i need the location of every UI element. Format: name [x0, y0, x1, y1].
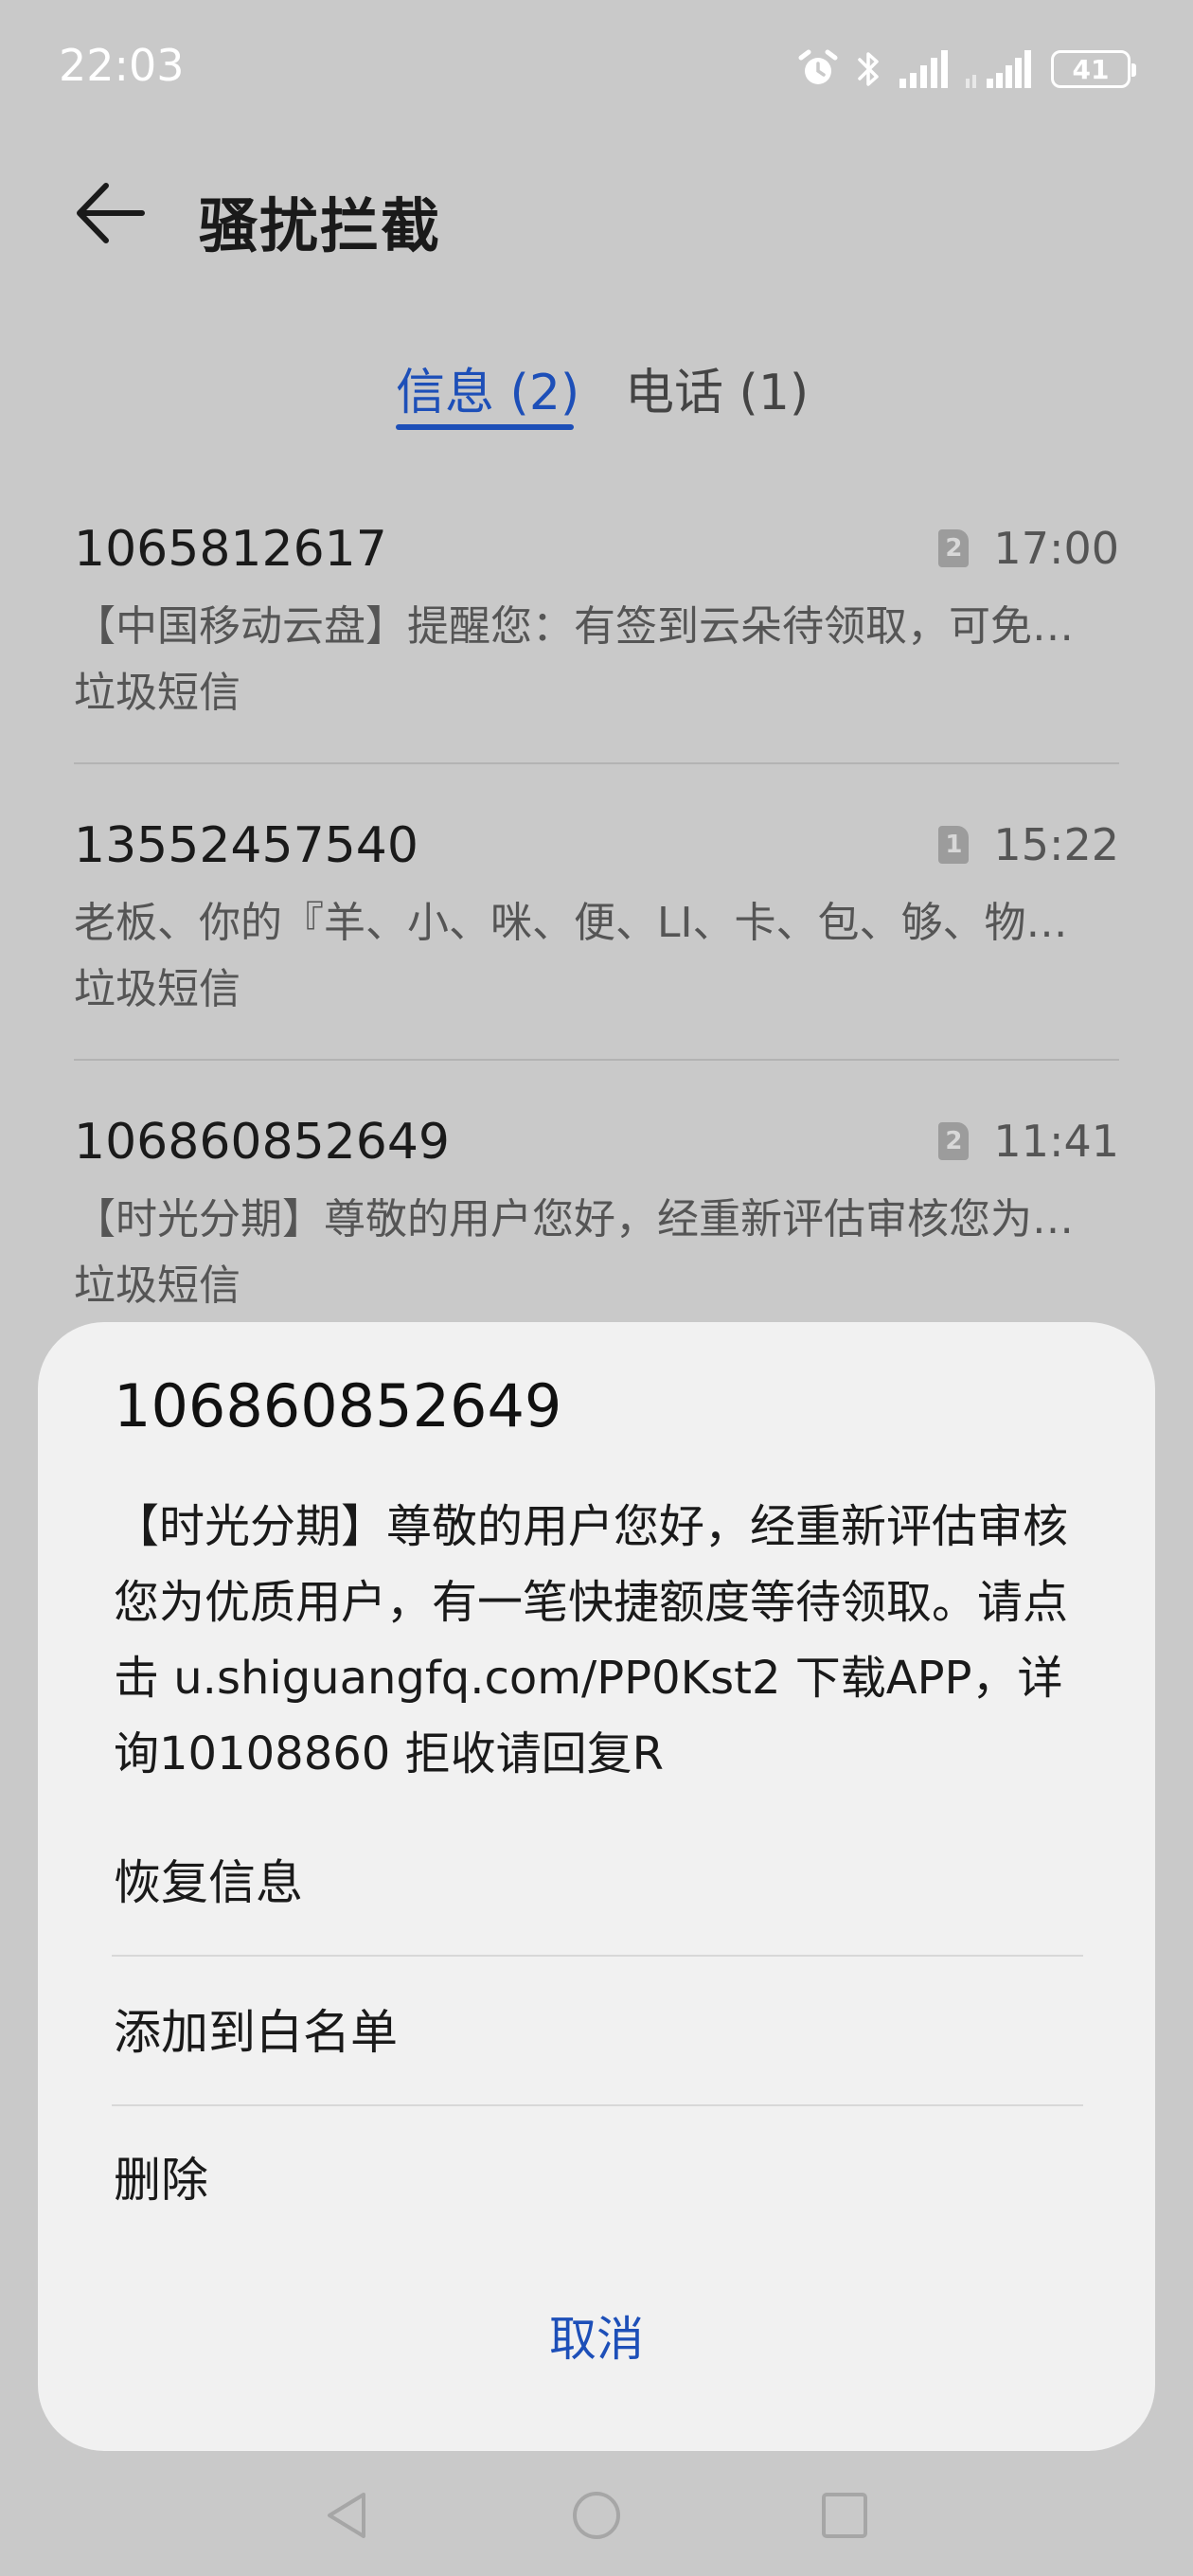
message-time: 11:41: [993, 1116, 1119, 1167]
message-preview: 老板、你的『羊、小、咪、便、LI、卡、包、够、物…: [74, 899, 1068, 947]
delete-button[interactable]: 删除: [114, 2142, 1083, 2210]
nav-home-icon[interactable]: [570, 2489, 623, 2542]
message-sender: 106860852649: [74, 1114, 451, 1171]
message-preview: 【中国移动云盘】提醒您：有签到云朵待领取，可免…: [74, 602, 1074, 651]
sheet-message-body: 【时光分期】尊敬的用户您好，经重新评估审核您为优质用户，有一笔快捷额度等待领取。…: [114, 1500, 1069, 1780]
navigation-bar: [0, 2472, 1193, 2557]
sheet-sender: 106860852649: [114, 1371, 562, 1440]
nav-recents-icon[interactable]: [820, 2489, 869, 2542]
restore-message-button[interactable]: 恢复信息: [114, 1845, 1083, 1913]
page-title: 骚扰拦截: [199, 191, 442, 260]
status-time: 22:03: [59, 40, 185, 91]
message-meta: 2 11:41: [938, 1116, 1119, 1167]
battery-level: 41: [1072, 53, 1110, 85]
sheet-divider: [112, 1955, 1083, 1957]
message-tag: 垃圾短信: [74, 669, 240, 717]
header: 骚扰拦截: [0, 152, 1193, 275]
sim-card-icon: 2: [938, 1122, 970, 1160]
message-sender: 1065812617: [74, 521, 387, 578]
signal-icon: [899, 50, 948, 88]
message-meta: 1 15:22: [938, 819, 1119, 870]
list-item[interactable]: 13552457540 1 15:22 老板、你的『羊、小、咪、便、LI、卡、包…: [74, 798, 1119, 1073]
bluetooth-icon: [858, 52, 879, 86]
list-item[interactable]: 1065812617 2 17:00 【中国移动云盘】提醒您：有签到云朵待领取，…: [74, 502, 1119, 777]
action-sheet: 106860852649 【时光分期】尊敬的用户您好，经重新评估审核您为优质用户…: [38, 1322, 1155, 2451]
message-time: 15:22: [993, 819, 1119, 870]
message-meta: 2 17:00: [938, 523, 1119, 574]
arrow-left-icon[interactable]: [74, 180, 146, 246]
tab-messages[interactable]: 信息 (2): [396, 352, 579, 423]
sim-number: 2: [945, 1127, 963, 1155]
signal-icon-secondary: [966, 50, 1031, 88]
sim-number: 2: [945, 534, 963, 563]
list-divider: [74, 1059, 1119, 1061]
message-sender: 13552457540: [74, 817, 418, 874]
sheet-divider: [112, 2104, 1083, 2106]
battery-icon: 41: [1051, 50, 1136, 88]
sim-card-icon: 2: [938, 529, 970, 567]
tab-active-indicator: [396, 424, 574, 430]
message-time: 17:00: [993, 523, 1119, 574]
message-tag: 垃圾短信: [74, 965, 240, 1013]
message-preview: 【时光分期】尊敬的用户您好，经重新评估审核您为…: [74, 1195, 1074, 1243]
add-to-whitelist-button[interactable]: 添加到白名单: [114, 1995, 1083, 2063]
tab-bar: 信息 (2) 电话 (1): [0, 341, 1193, 445]
list-divider: [74, 762, 1119, 764]
sim-card-icon: 1: [938, 826, 970, 864]
status-icons: 41: [797, 45, 1136, 93]
tab-calls[interactable]: 电话 (1): [625, 352, 809, 423]
sim-number: 1: [945, 831, 963, 859]
message-tag: 垃圾短信: [74, 1261, 240, 1310]
alarm-icon: [798, 49, 838, 84]
status-bar: 22:03 41: [0, 0, 1193, 133]
cancel-button[interactable]: 取消: [38, 2301, 1155, 2370]
nav-back-icon[interactable]: [322, 2489, 371, 2542]
